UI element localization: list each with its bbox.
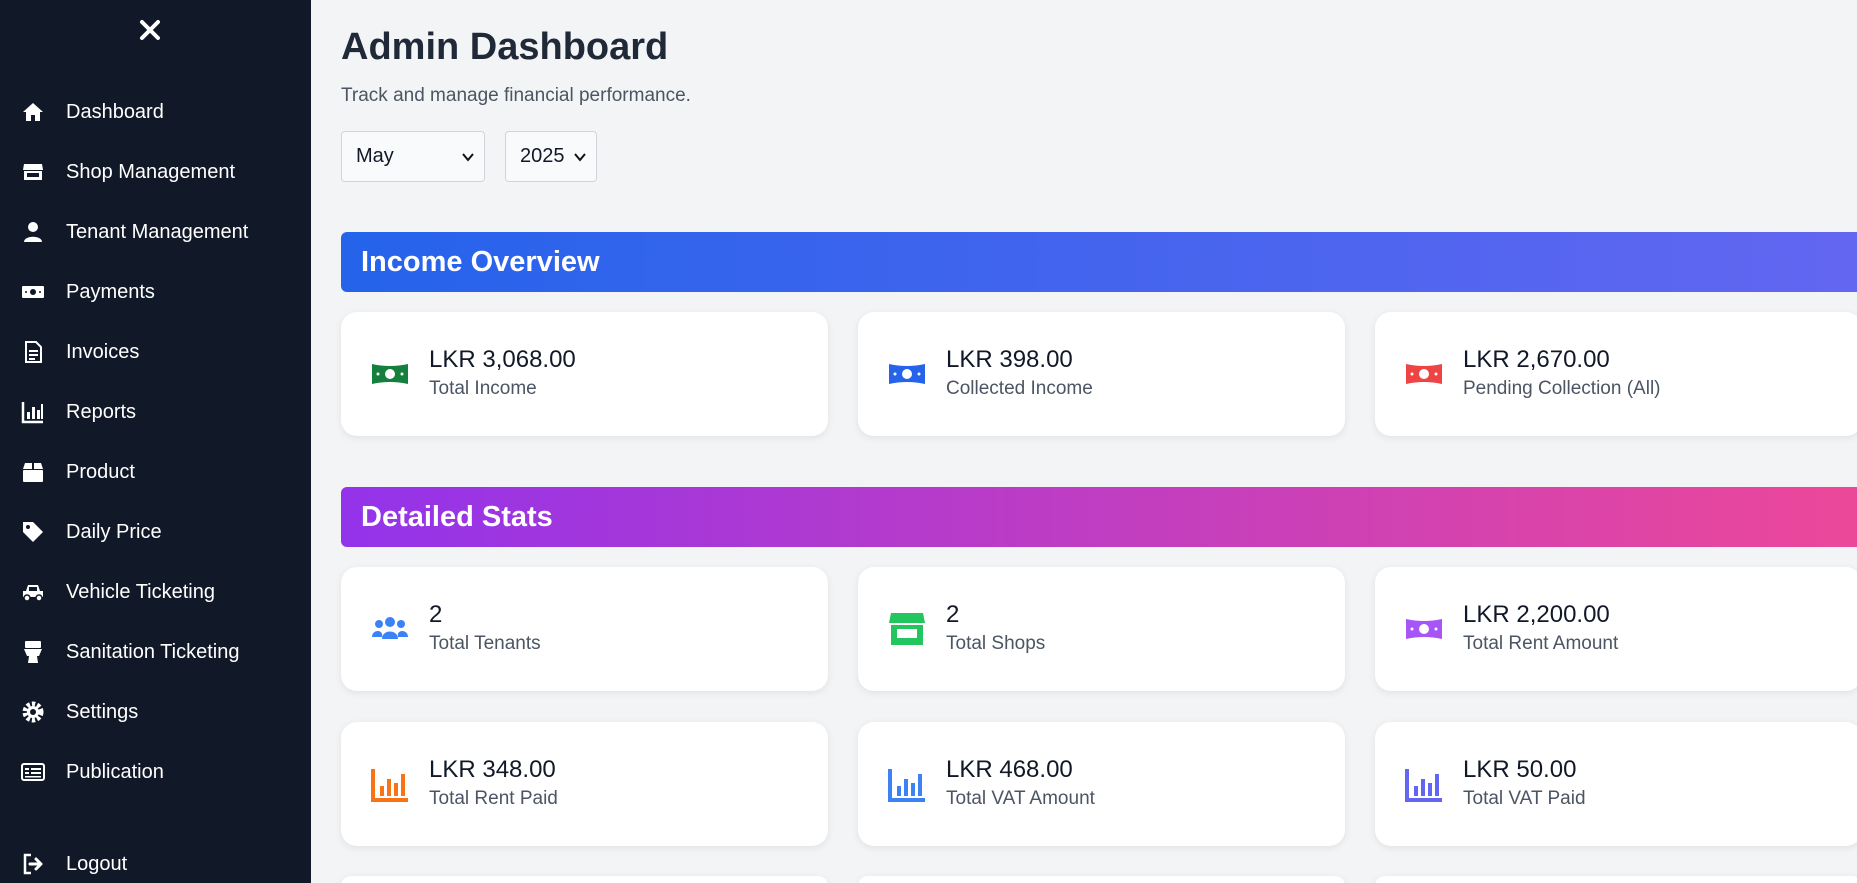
sidebar-item-label: Vehicle Ticketing <box>66 580 215 603</box>
sidebar-item-label: Product <box>66 460 135 483</box>
sidebar-item-shop-management[interactable]: Shop Management <box>0 147 311 197</box>
sidebar-item-label: Tenant Management <box>66 220 249 243</box>
newspaper-icon <box>20 759 46 785</box>
detailed-stats-heading: Detailed Stats <box>341 487 1857 547</box>
stat-card-total-tenants: 2 Total Tenants <box>341 567 828 691</box>
stat-card-total-vat-paid: LKR 50.00 Total VAT Paid <box>1375 722 1857 846</box>
card-label: Pending Collection (All) <box>1463 378 1661 399</box>
page-title: Admin Dashboard <box>341 26 669 68</box>
chart-bar-icon <box>886 763 928 805</box>
logout-button[interactable]: Logout <box>0 839 311 883</box>
card-label: Total Shops <box>946 633 1046 654</box>
sidebar-item-label: Daily Price <box>66 520 162 543</box>
stat-card <box>1375 876 1857 883</box>
sidebar-item-label: Publication <box>66 760 164 783</box>
card-label: Total VAT Paid <box>1463 788 1586 809</box>
sidebar-item-dashboard[interactable]: Dashboard <box>0 87 311 137</box>
sidebar-item-label: Dashboard <box>66 100 164 123</box>
toilet-icon <box>20 639 46 665</box>
money-bill-icon <box>1403 353 1445 395</box>
year-select-value: 2025 <box>520 145 565 167</box>
stat-card-total-rent-paid: LKR 348.00 Total Rent Paid <box>341 722 828 846</box>
sidebar-item-invoices[interactable]: Invoices <box>0 327 311 377</box>
home-icon <box>20 99 46 125</box>
sidebar-item-settings[interactable]: Settings <box>0 687 311 737</box>
chart-bar-icon <box>1403 763 1445 805</box>
stat-card-collected-income: LKR 398.00 Collected Income <box>858 312 1345 436</box>
sidebar-item-payments[interactable]: Payments <box>0 267 311 317</box>
stat-card-total-rent-amount: LKR 2,200.00 Total Rent Amount <box>1375 567 1857 691</box>
tag-icon <box>20 519 46 545</box>
card-value: LKR 2,670.00 <box>1463 346 1610 373</box>
money-bill-icon <box>369 353 411 395</box>
logout-label: Logout <box>66 852 128 875</box>
stat-card-total-shops: 2 Total Shops <box>858 567 1345 691</box>
card-value: LKR 2,200.00 <box>1463 601 1610 628</box>
invoice-icon <box>20 339 46 365</box>
card-value: LKR 3,068.00 <box>429 346 576 373</box>
gear-icon <box>20 699 46 725</box>
sidebar-item-label: Sanitation Ticketing <box>66 640 240 663</box>
card-label: Collected Income <box>946 378 1093 399</box>
page-subtitle: Track and manage financial performance. <box>341 85 691 106</box>
user-icon <box>20 219 46 245</box>
chart-bar-icon <box>369 763 411 805</box>
card-label: Total Rent Paid <box>429 788 558 809</box>
card-label: Total Income <box>429 378 537 399</box>
close-icon[interactable] <box>136 14 164 46</box>
sidebar-item-reports[interactable]: Reports <box>0 387 311 437</box>
sidebar-item-label: Invoices <box>66 340 140 363</box>
year-select[interactable]: 2025 <box>505 131 597 182</box>
stat-card-total-income: LKR 3,068.00 Total Income <box>341 312 828 436</box>
main-content: Admin Dashboard Track and manage financi… <box>311 0 1857 883</box>
card-value: 2 <box>429 601 443 628</box>
sidebar-item-label: Payments <box>66 280 155 303</box>
sidebar-item-sanitation-ticketing[interactable]: Sanitation Ticketing <box>0 627 311 677</box>
month-select-value: May <box>356 145 394 167</box>
card-label: Total Tenants <box>429 633 541 654</box>
stat-card <box>858 876 1345 883</box>
sidebar-item-label: Reports <box>66 400 137 423</box>
card-label: Total Rent Amount <box>1463 633 1619 654</box>
card-value: LKR 398.00 <box>946 346 1073 373</box>
chart-bar-icon <box>20 399 46 425</box>
money-bill-icon <box>20 279 46 305</box>
card-value: LKR 50.00 <box>1463 756 1577 783</box>
box-icon <box>20 459 46 485</box>
store-icon <box>20 159 46 185</box>
stat-card <box>341 876 828 883</box>
store-icon <box>886 608 928 650</box>
sidebar-item-label: Shop Management <box>66 160 236 183</box>
logout-icon <box>20 851 46 877</box>
card-value: LKR 468.00 <box>946 756 1073 783</box>
users-icon <box>369 608 411 650</box>
income-overview-heading: Income Overview <box>341 232 1857 292</box>
card-label: Total VAT Amount <box>946 788 1095 809</box>
sidebar-item-publication[interactable]: Publication <box>0 747 311 797</box>
card-value: 2 <box>946 601 960 628</box>
money-bill-icon <box>886 353 928 395</box>
sidebar-item-label: Settings <box>66 700 139 723</box>
chevron-down-icon <box>462 149 474 165</box>
money-bill-icon <box>1403 608 1445 650</box>
month-select[interactable]: May <box>341 131 485 182</box>
sidebar-item-tenant-management[interactable]: Tenant Management <box>0 207 311 257</box>
card-value: LKR 348.00 <box>429 756 556 783</box>
stat-card-pending-collection: LKR 2,670.00 Pending Collection (All) <box>1375 312 1857 436</box>
sidebar: Dashboard Shop Management Tenant Managem… <box>0 0 311 883</box>
stat-card-total-vat-amount: LKR 468.00 Total VAT Amount <box>858 722 1345 846</box>
car-icon <box>20 579 46 605</box>
sidebar-item-vehicle-ticketing[interactable]: Vehicle Ticketing <box>0 567 311 617</box>
chevron-down-icon <box>574 149 586 165</box>
sidebar-item-daily-price[interactable]: Daily Price <box>0 507 311 557</box>
sidebar-item-product[interactable]: Product <box>0 447 311 497</box>
